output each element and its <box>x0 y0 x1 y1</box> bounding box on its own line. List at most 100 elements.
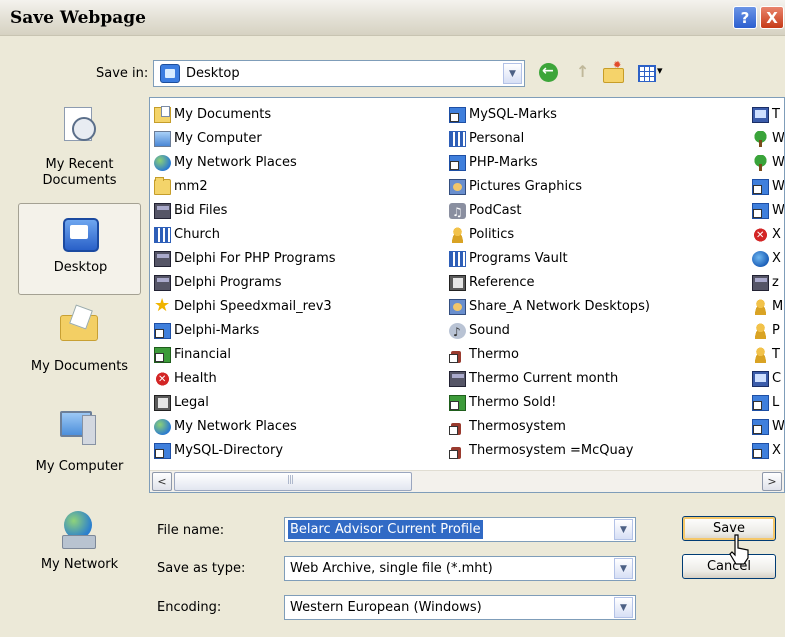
save-in-dropdown[interactable]: Desktop ▼ <box>153 60 525 87</box>
file-list-item[interactable]: MySQL-Directory <box>152 439 336 463</box>
file-name: My Network Places <box>174 155 297 170</box>
scrollbar-thumb[interactable] <box>174 472 412 491</box>
chevron-down-icon[interactable]: ▼ <box>614 519 633 540</box>
views-menu-icon[interactable] <box>637 63 667 83</box>
scroll-left-button[interactable]: < <box>152 472 172 491</box>
file-name: Thermo <box>469 347 519 362</box>
up-folder-icon[interactable] <box>572 62 594 83</box>
file-list-item[interactable]: X <box>750 247 784 271</box>
file-list-item[interactable]: W <box>750 175 785 199</box>
file-list-item[interactable]: Thermo Sold! <box>447 391 650 415</box>
file-list-item[interactable]: Share_A Network Desktops) <box>447 295 650 319</box>
back-icon[interactable] <box>538 63 560 83</box>
file-name: Delphi Speedxmail_rev3 <box>174 299 332 314</box>
place-desktop[interactable]: Desktop <box>18 203 141 295</box>
file-list-item[interactable]: W <box>750 151 784 175</box>
file-list-item[interactable]: W <box>750 127 785 151</box>
app-icon <box>154 203 171 219</box>
folder-icon <box>154 177 171 195</box>
file-column-1: My Documents My Computer My Network Places… <box>152 103 336 463</box>
encoding-dropdown[interactable]: Western European (Windows) ▼ <box>284 595 636 620</box>
file-list-item[interactable]: My Documents <box>152 103 336 127</box>
save-as-type-dropdown[interactable]: Web Archive, single file (*.mht) ▼ <box>284 556 636 581</box>
chevron-down-icon[interactable]: ▼ <box>614 597 633 618</box>
file-list-item[interactable]: PodCast <box>447 199 650 224</box>
file-list-item[interactable]: Delphi For PHP Programs <box>152 247 336 271</box>
file-list-item[interactable]: W <box>750 199 784 223</box>
file-list-item[interactable]: C <box>750 367 784 391</box>
file-name: MySQL-Directory <box>174 443 284 458</box>
file-list-item[interactable]: Reference <box>447 271 650 295</box>
place-my-recent-documents[interactable]: My Recent Documents <box>18 97 141 189</box>
file-name: X <box>772 251 781 266</box>
file-name: W <box>772 179 785 194</box>
shortcut-icon <box>752 203 769 219</box>
file-list-item[interactable]: T <box>750 103 784 127</box>
file-list-item[interactable]: MySQL-Marks <box>447 103 650 127</box>
file-list-item[interactable]: Thermosystem =McQuay <box>447 439 650 463</box>
file-list-item[interactable]: L <box>750 391 784 415</box>
scroll-right-button[interactable]: > <box>762 472 782 491</box>
file-name: Legal <box>174 395 209 410</box>
encoding-value: Western European (Windows) <box>290 600 482 615</box>
file-name: T <box>772 107 780 122</box>
file-column-2: MySQL-Marks Personal PHP-Marks Pictures Gra… <box>447 103 650 463</box>
file-list-item[interactable]: Bid Files <box>152 199 336 223</box>
file-list-item[interactable]: Financial <box>152 343 336 367</box>
file-list-item[interactable]: PHP-Marks <box>447 151 650 175</box>
help-button[interactable]: ? <box>733 6 757 29</box>
file-list-item[interactable]: W <box>750 415 784 439</box>
file-list-item[interactable]: X <box>750 439 784 463</box>
file-list-item[interactable]: Sound <box>447 319 650 344</box>
new-folder-icon[interactable] <box>602 60 624 83</box>
file-list-item[interactable]: Delphi-Marks <box>152 319 336 343</box>
horizontal-scrollbar[interactable]: < > <box>150 470 784 492</box>
file-list-item[interactable]: My Computer <box>152 127 336 151</box>
scroll-right-icon: > <box>767 475 777 488</box>
shortcut-icon <box>154 323 171 339</box>
file-name: Financial <box>174 347 231 362</box>
file-list-item[interactable]: Pictures Graphics <box>447 175 650 199</box>
file-list-item[interactable]: Health <box>152 367 336 392</box>
shortcut-icon <box>449 155 466 171</box>
file-list-item[interactable]: mm2 <box>152 175 336 199</box>
file-name-field[interactable]: Belarc Advisor Current Profile ▼ <box>284 517 636 542</box>
file-name: PHP-Marks <box>469 155 538 170</box>
place-my-network[interactable]: My Network <box>18 509 141 601</box>
file-list-item[interactable]: Thermo Current month <box>447 367 650 391</box>
file-name: Health <box>174 371 217 386</box>
file-list-item[interactable]: My Network Places <box>152 415 336 439</box>
chevron-down-icon[interactable]: ▼ <box>503 63 522 84</box>
file-name-value[interactable]: Belarc Advisor Current Profile <box>288 520 483 539</box>
app-icon <box>752 275 769 291</box>
file-list-item[interactable]: Thermo <box>447 343 650 367</box>
my-network-icon <box>58 511 98 549</box>
file-list-item[interactable]: Delphi Programs <box>152 271 336 295</box>
app-icon <box>449 371 466 387</box>
file-list-item[interactable]: Church <box>152 223 336 247</box>
file-list[interactable]: My Documents My Computer My Network Places… <box>149 97 785 493</box>
file-list-item[interactable]: M <box>750 295 784 319</box>
shortcut-icon <box>752 179 769 195</box>
file-list-item[interactable]: Programs Vault <box>447 247 650 271</box>
file-list-item[interactable]: X <box>750 223 784 248</box>
file-list-item[interactable]: P <box>750 319 784 343</box>
file-list-item[interactable]: Personal <box>447 127 650 151</box>
file-name: Delphi Programs <box>174 275 282 290</box>
place-my-computer[interactable]: My Computer <box>18 405 141 497</box>
file-list-item[interactable]: My Network Places <box>152 151 336 175</box>
globe-icon <box>752 251 769 267</box>
place-my-documents[interactable]: My Documents <box>18 303 141 395</box>
file-name-label: File name: <box>157 523 225 538</box>
file-list-item[interactable]: Legal <box>152 391 336 415</box>
network-icon <box>154 419 171 435</box>
file-list-item[interactable]: Thermosystem <box>447 415 650 439</box>
scroll-left-icon: < <box>157 475 167 488</box>
file-name: W <box>772 131 785 146</box>
close-button[interactable]: X <box>760 6 784 29</box>
file-list-item[interactable]: T <box>750 343 784 367</box>
chevron-down-icon[interactable]: ▼ <box>614 558 633 579</box>
file-list-item[interactable]: z <box>750 271 784 295</box>
file-list-item[interactable]: Politics <box>447 223 650 247</box>
file-list-item[interactable]: Delphi Speedxmail_rev3 <box>152 294 336 319</box>
